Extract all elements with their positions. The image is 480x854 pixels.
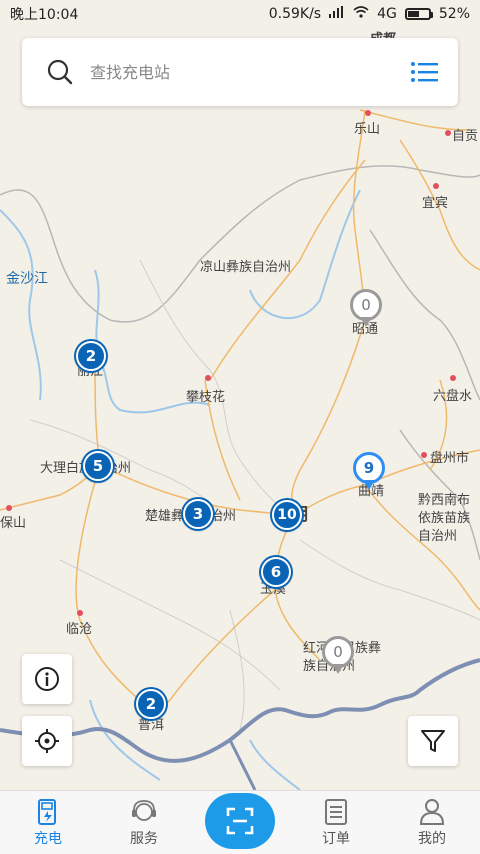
tab-mine[interactable]: 我的: [384, 791, 480, 854]
city-dot-leshan: [365, 110, 371, 116]
map-label-zigong: 自贡: [452, 129, 479, 144]
tab-label: 我的: [418, 831, 446, 847]
status-indicators: 0.59K/s 4G 52%: [269, 6, 470, 22]
station-pin-qujing[interactable]: 9: [351, 452, 387, 498]
city-dot-lincang: [77, 610, 83, 616]
locate-button[interactable]: [22, 716, 72, 766]
status-time: 晚上10:04: [10, 7, 79, 23]
filter-button[interactable]: [408, 716, 458, 766]
tab-label: 充电: [34, 831, 62, 847]
map-label-liangshan: 凉山彝族自治州: [200, 260, 292, 275]
map-label-yibin: 宜宾: [422, 196, 449, 211]
tab-service[interactable]: 服务: [96, 791, 192, 854]
city-dot-yibin: [433, 183, 439, 189]
map-label-panzhihua: 攀枝花: [186, 390, 226, 405]
station-cluster-dali[interactable]: 5: [83, 451, 113, 481]
locate-icon: [35, 729, 59, 753]
tab-label: 服务: [130, 831, 158, 847]
city-dot-panzhihua: [205, 375, 211, 381]
map-label-qianxinan: 黔西南布依族苗族自治州: [418, 493, 471, 544]
scan-button[interactable]: [205, 793, 275, 849]
status-bar: 晚上10:04 0.59K/s 4G 52%: [0, 0, 480, 28]
signal-icon: [329, 6, 345, 22]
station-cluster-kunming[interactable]: 10: [272, 500, 302, 530]
wifi-icon: [353, 6, 369, 22]
charging-station-icon: [34, 798, 62, 826]
map-label-panzhou: 盘州市: [430, 451, 470, 466]
city-dot-liupanshui: [450, 375, 456, 381]
search-icon[interactable]: [40, 52, 80, 92]
battery-fill: [407, 11, 420, 17]
order-list-icon: [322, 798, 350, 826]
station-cluster-yuxi[interactable]: 6: [261, 557, 291, 587]
network-type: 4G: [377, 6, 397, 22]
user-icon: [418, 798, 446, 826]
station-cluster-lijiang[interactable]: 2: [76, 341, 106, 371]
battery-icon: [404, 8, 433, 20]
station-cluster-chuxiong[interactable]: 3: [183, 499, 213, 529]
map-label-lincang: 临沧: [66, 622, 93, 637]
tab-label: 订单: [322, 831, 350, 847]
search-bar[interactable]: [22, 38, 458, 106]
battery-percent: 52%: [438, 6, 470, 22]
station-cluster-puer[interactable]: 2: [136, 689, 166, 719]
customer-service-icon: [130, 798, 158, 826]
network-speed: 0.59K/s: [268, 6, 322, 22]
tab-charging[interactable]: 充电: [0, 791, 96, 854]
filter-icon: [421, 730, 445, 752]
tab-orders[interactable]: 订单: [288, 791, 384, 854]
scan-icon: [226, 807, 254, 835]
map-label-jinshajiang: 金沙江: [6, 271, 48, 287]
map-label-baoshan: 保山: [0, 516, 27, 531]
map-label-liupanshui: 六盘水: [433, 389, 473, 404]
map-view[interactable]: 成都 乐山 自贡 宜宾 金沙江 凉山彝族自治州 昭通 丽江 攀枝花 六盘水 大理…: [0, 0, 480, 790]
station-pin-honghe[interactable]: 0: [320, 636, 356, 682]
city-dot-zigong: [445, 130, 451, 136]
map-canvas[interactable]: [0, 0, 480, 790]
map-label-leshan: 乐山: [354, 122, 381, 137]
list-view-icon[interactable]: [402, 50, 446, 94]
station-pin-zhaotong[interactable]: 0: [348, 289, 384, 335]
search-input[interactable]: [88, 61, 402, 83]
info-button[interactable]: [22, 654, 72, 704]
city-dot-baoshan: [6, 505, 12, 511]
info-icon: [35, 667, 59, 691]
city-dot-panzhou: [421, 452, 427, 458]
